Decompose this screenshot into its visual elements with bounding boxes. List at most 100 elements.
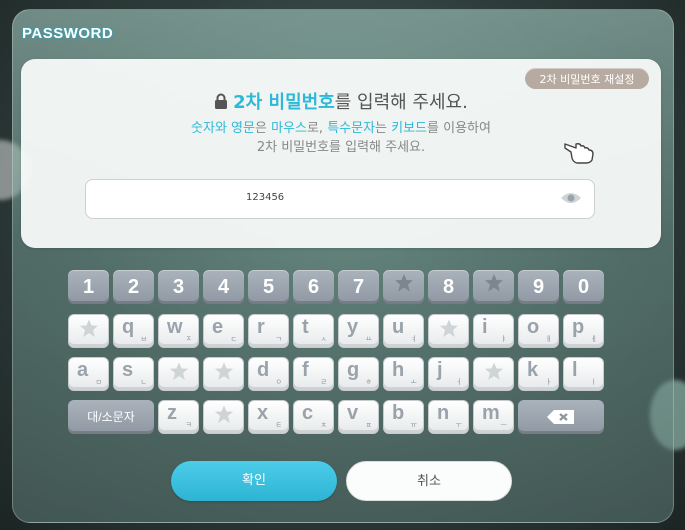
key-v[interactable]: vㅍ [338,400,379,434]
key-w[interactable]: wㅈ [158,314,199,348]
key-letter: a [77,359,89,381]
key-n[interactable]: nㅜ [428,400,469,434]
key-blank[interactable] [203,357,244,391]
key-m[interactable]: mㅡ [473,400,514,434]
key-g[interactable]: gㅎ [338,357,379,391]
key-9[interactable]: 9 [518,270,559,304]
key-4[interactable]: 4 [203,270,244,304]
key-blank[interactable] [158,357,199,391]
shift-key[interactable]: 대/소문자 [68,400,154,434]
cancel-button[interactable]: 취소 [346,461,512,501]
key-blank[interactable] [68,314,109,348]
key-hangul: ㄹ [320,379,327,386]
key-s[interactable]: sㄴ [113,357,154,391]
key-y[interactable]: yㅛ [338,314,379,348]
star-icon [213,405,235,430]
key-0[interactable]: 0 [563,270,604,304]
key-3[interactable]: 3 [158,270,199,304]
key-letter: j [437,359,443,381]
key-hangul: ㅛ [365,336,372,343]
key-hangul: ㅐ [545,336,552,343]
key-letter: b [392,402,405,424]
key-h[interactable]: hㅗ [383,357,424,391]
key-1[interactable]: 1 [68,270,109,304]
star-icon [213,362,235,387]
key-letter: h [392,359,405,381]
key-letter: q [122,316,135,338]
key-blank[interactable] [383,270,424,304]
key-5[interactable]: 5 [248,270,289,304]
key-letter: v [347,402,359,424]
key-blank[interactable] [203,400,244,434]
key-6[interactable]: 6 [293,270,334,304]
key-e[interactable]: eㄷ [203,314,244,348]
key-hangul: ㅓ [455,379,462,386]
hand-cursor-icon [564,143,594,164]
key-letter: o [527,316,540,338]
key-hangul: ㅏ [545,379,552,386]
key-hangul: ㅠ [410,422,417,429]
headline-highlight: 2차 비밀번호 [233,92,335,113]
key-letter: l [572,359,578,381]
instructions-segment: 마우스 [271,121,307,136]
key-hangul: ㅌ [275,422,282,429]
backspace-icon [547,410,574,424]
key-letter: y [347,316,359,338]
key-k[interactable]: kㅏ [518,357,559,391]
key-hangul: ㅕ [410,336,417,343]
key-blank[interactable] [428,314,469,348]
key-letter: x [257,402,269,424]
key-b[interactable]: bㅠ [383,400,424,434]
password-input[interactable]: 123456 [85,179,595,219]
eye-icon[interactable] [560,191,582,205]
star-icon [78,319,100,344]
key-j[interactable]: jㅓ [428,357,469,391]
key-letter: s [122,359,134,381]
key-blank[interactable] [473,270,514,304]
key-o[interactable]: oㅐ [518,314,559,348]
reset-password-button[interactable]: 2차 비밀번호 재설정 [525,68,649,89]
key-x[interactable]: xㅌ [248,400,289,434]
key-t[interactable]: tㅅ [293,314,334,348]
key-hangul: ㅑ [500,336,507,343]
key-hangul: ㄱ [275,336,282,343]
key-u[interactable]: uㅕ [383,314,424,348]
key-letter: u [392,316,405,338]
key-letter: p [572,316,585,338]
instructions-segment: 를 이용하여 [427,121,491,136]
confirm-button[interactable]: 확인 [171,461,337,501]
key-hangul: ㅎ [365,379,372,386]
key-letter: d [257,359,270,381]
key-hangul: ㄴ [140,379,147,386]
instructions-segment: 로, [306,121,328,136]
key-p[interactable]: pㅔ [563,314,604,348]
key-c[interactable]: cㅊ [293,400,334,434]
key-l[interactable]: lㅣ [563,357,604,391]
key-8[interactable]: 8 [428,270,469,304]
key-d[interactable]: dㅇ [248,357,289,391]
key-7[interactable]: 7 [338,270,379,304]
key-z[interactable]: zㅋ [158,400,199,434]
key-letter: f [302,359,309,381]
key-f[interactable]: fㄹ [293,357,334,391]
key-blank[interactable] [473,357,514,391]
key-letter: g [347,359,360,381]
key-r[interactable]: rㄱ [248,314,289,348]
key-a[interactable]: aㅁ [68,357,109,391]
dialog-title: PASSWORD [22,25,114,42]
key-i[interactable]: iㅑ [473,314,514,348]
key-hangul: ㅗ [410,379,417,386]
key-hangul: ㅋ [185,422,192,429]
lock-icon [215,93,228,109]
instructions-segment: 특수문자 [327,121,376,136]
key-2[interactable]: 2 [113,270,154,304]
instructions-segment: 숫자와 영문 [191,121,255,136]
key-hangul: ㅍ [365,422,372,429]
key-q[interactable]: qㅂ [113,314,154,348]
star-icon [168,362,190,387]
instructions-segment: 은 [254,121,272,136]
star-icon [438,319,460,344]
key-hangul: ㅊ [320,422,327,429]
star-icon [483,270,505,304]
backspace-key[interactable] [518,400,604,434]
